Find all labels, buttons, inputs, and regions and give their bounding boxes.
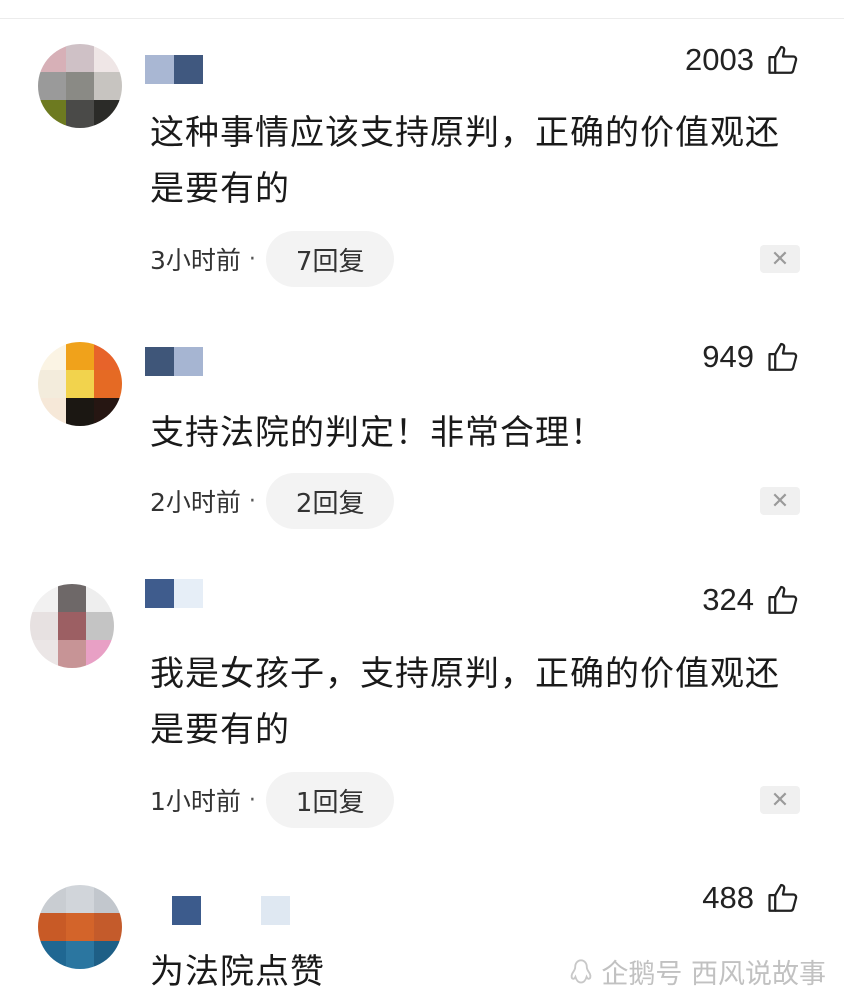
top-divider [0, 0, 844, 19]
comment-meta: 2小时前 · 2回复 [150, 473, 395, 529]
thumbs-up-icon [768, 342, 798, 371]
close-icon[interactable]: ✕ [760, 786, 800, 814]
avatar[interactable] [38, 44, 122, 128]
reply-button[interactable]: 2回复 [265, 473, 395, 529]
thumbs-up-icon [768, 585, 798, 614]
meta-separator: · [248, 787, 256, 813]
like-button[interactable]: 488 [702, 880, 800, 916]
like-count: 324 [702, 582, 754, 617]
like-button[interactable]: 2003 [685, 42, 800, 78]
watermark: 企鹅号 西风说故事 [567, 952, 826, 991]
penguin-logo-icon [571, 958, 592, 983]
comment-time: 1小时前 [150, 787, 241, 816]
username-blurred[interactable] [172, 896, 290, 926]
username-blurred[interactable] [145, 347, 203, 377]
avatar[interactable] [38, 342, 122, 426]
thumbs-up-icon [768, 883, 798, 912]
comment-text: 支持法院的判定！非常合理！ [150, 413, 605, 453]
meta-separator: · [248, 488, 256, 514]
like-count: 488 [702, 880, 754, 915]
comment-time: 2小时前 [150, 488, 241, 517]
like-button[interactable]: 324 [702, 582, 800, 618]
username-blurred[interactable] [145, 55, 203, 85]
reply-button[interactable]: 1回复 [265, 772, 395, 828]
comment-text: 我是女孩子，支持原判，正确的价值观还是要有的 [150, 654, 780, 750]
thumbs-up-icon [768, 45, 798, 74]
avatar[interactable] [30, 584, 114, 668]
like-count: 2003 [685, 42, 754, 77]
reply-button[interactable]: 7回复 [265, 231, 395, 287]
avatar[interactable] [38, 885, 122, 969]
comment-meta: 3小时前 · 7回复 [150, 231, 395, 287]
watermark-text: 企鹅号 西风说故事 [601, 959, 826, 990]
like-count: 949 [702, 339, 754, 374]
meta-separator: · [248, 246, 256, 272]
close-icon[interactable]: ✕ [760, 487, 800, 515]
comment-text: 这种事情应该支持原判，正确的价值观还是要有的 [150, 113, 780, 209]
comment-time: 3小时前 [150, 246, 241, 275]
comment-meta: 1小时前 · 1回复 [150, 772, 395, 828]
close-icon[interactable]: ✕ [760, 245, 800, 273]
username-blurred[interactable] [145, 579, 203, 609]
like-button[interactable]: 949 [702, 339, 800, 375]
